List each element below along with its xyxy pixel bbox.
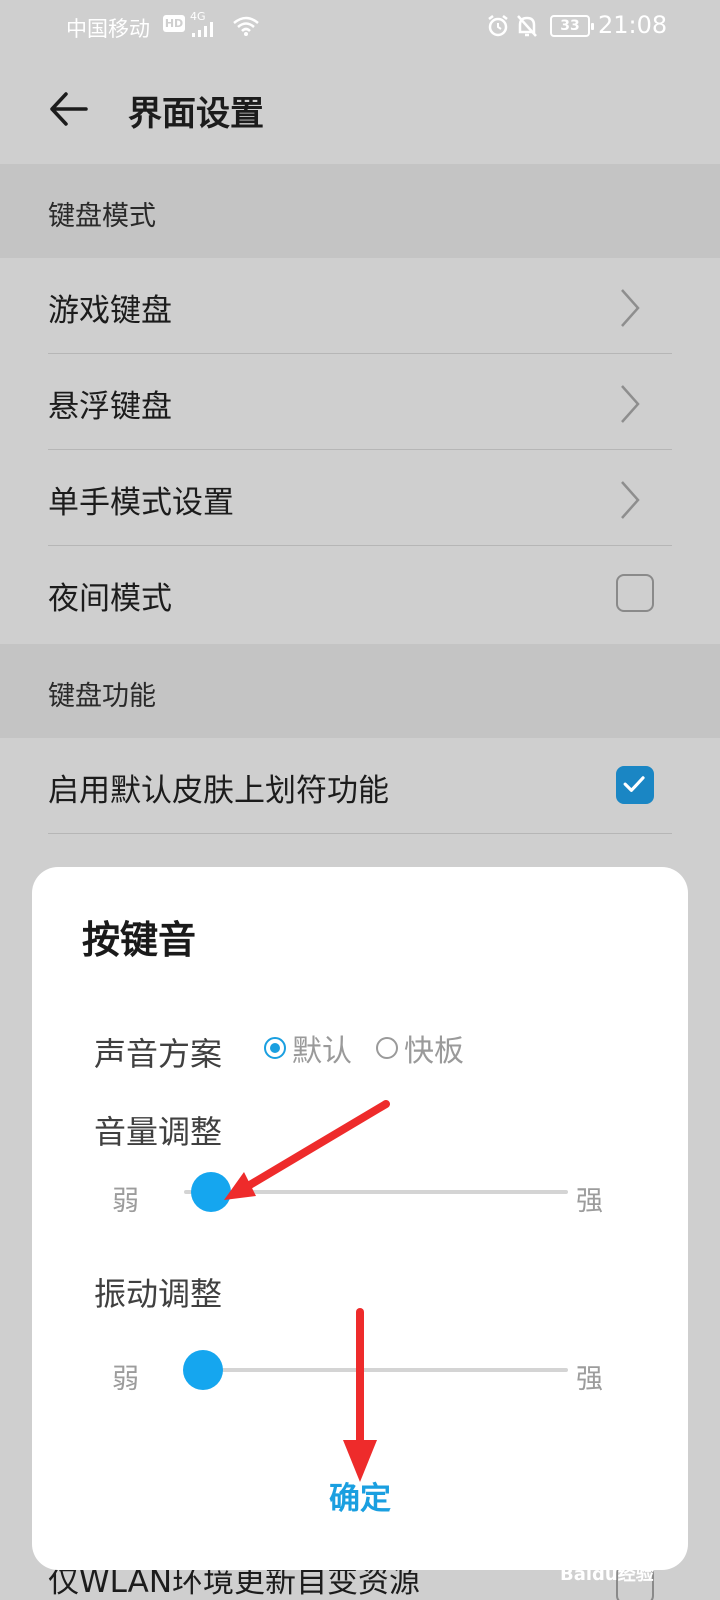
radio-unselected-icon [376, 1037, 398, 1059]
settings-row-floating-keyboard[interactable]: 悬浮键盘 [0, 354, 720, 450]
chevron-right-icon [621, 481, 640, 519]
row-label: 单手模式设置 [48, 485, 234, 521]
night-mode-checkbox[interactable] [616, 574, 654, 612]
divider [48, 833, 672, 834]
chevron-right-icon [621, 289, 640, 327]
radio-allegro[interactable]: 快板 [376, 1030, 464, 1069]
confirm-button[interactable]: 确定 [32, 1473, 688, 1518]
vibration-slider-track[interactable] [184, 1368, 568, 1372]
key-sound-dialog: 按键音 声音方案 默认 快板 音量调整 弱 强 振动调整 弱 强 确定 [32, 867, 688, 1570]
vibration-min-label: 弱 [112, 1364, 139, 1395]
mute-bell-icon [517, 15, 537, 37]
section-header-keyboard-function: 键盘功能 [0, 644, 720, 738]
alarm-icon [488, 15, 508, 37]
hd-icon: HD [163, 15, 185, 32]
app-bar: 界面设置 [0, 56, 720, 164]
volume-slider-thumb[interactable] [190, 1172, 231, 1212]
volume-max-label: 强 [576, 1186, 603, 1217]
vibration-slider-thumb[interactable] [183, 1350, 224, 1390]
settings-row-night-mode[interactable]: 夜间模式 [0, 546, 720, 642]
row-label: 悬浮键盘 [48, 389, 172, 425]
clock: 21:08 [598, 11, 668, 39]
carrier-name: 中国移动 [66, 17, 150, 41]
settings-row-swipe-symbols[interactable]: 启用默认皮肤上划符功能 [0, 738, 720, 834]
settings-row-one-hand-mode[interactable]: 单手模式设置 [0, 450, 720, 546]
row-label: 启用默认皮肤上划符功能 [48, 773, 389, 809]
volume-label: 音量调整 [94, 1113, 223, 1151]
row-label: 夜间模式 [48, 581, 172, 617]
status-bar: 中国移动 HD 4G 33 21:08 [0, 0, 720, 56]
sound-scheme-label: 声音方案 [94, 1035, 223, 1073]
wifi-icon [233, 16, 259, 36]
page-title: 界面设置 [128, 94, 264, 134]
chevron-right-icon [621, 385, 640, 423]
volume-slider-track[interactable] [184, 1190, 568, 1194]
vibration-max-label: 强 [576, 1364, 603, 1395]
battery-icon: 33 [550, 15, 594, 37]
section-header-keyboard-mode: 键盘模式 [0, 164, 720, 258]
vibration-label: 振动调整 [94, 1275, 223, 1313]
volume-min-label: 弱 [112, 1186, 139, 1217]
check-icon [623, 776, 645, 792]
signal-icon [192, 22, 213, 37]
radio-selected-icon [264, 1037, 286, 1059]
back-arrow-icon[interactable] [48, 88, 90, 130]
dialog-title: 按键音 [82, 918, 197, 962]
swipe-symbols-checkbox[interactable] [616, 766, 654, 804]
settings-row-game-keyboard[interactable]: 游戏键盘 [0, 258, 720, 354]
radio-default[interactable]: 默认 [264, 1030, 352, 1069]
row-label: 游戏键盘 [48, 293, 172, 329]
